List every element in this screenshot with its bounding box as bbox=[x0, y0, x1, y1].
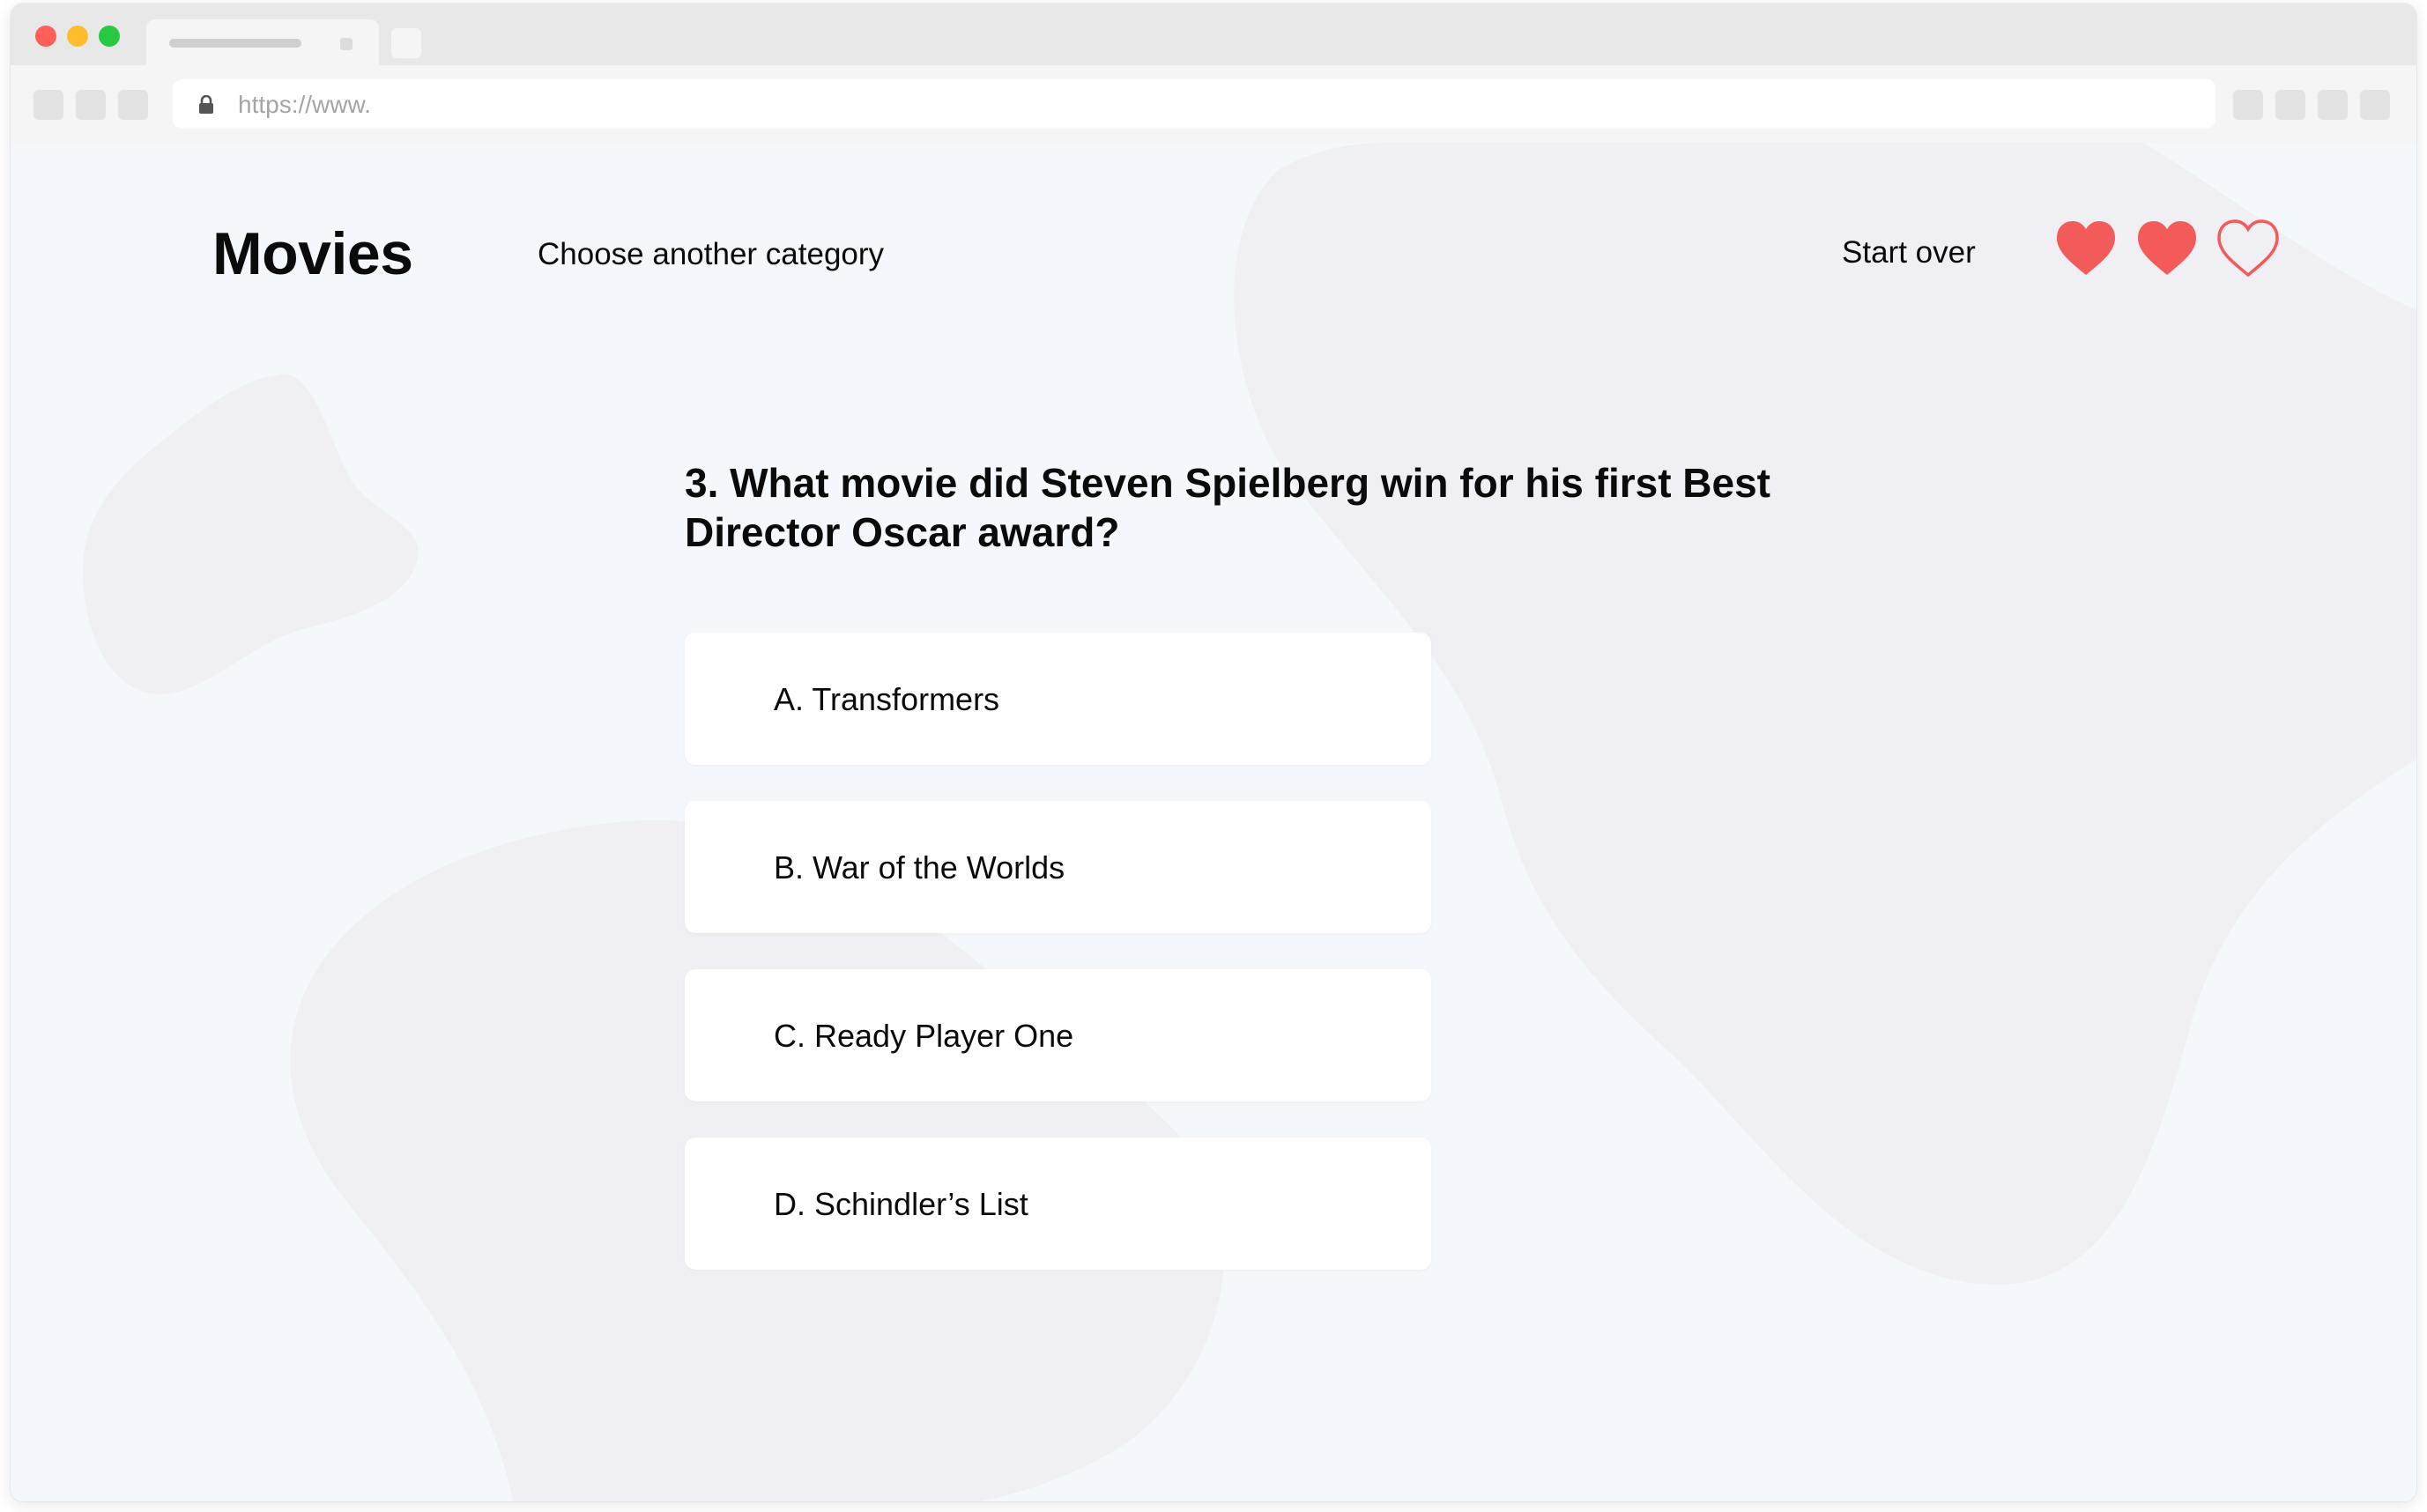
start-over-link[interactable]: Start over bbox=[1842, 235, 1976, 271]
heart-empty-icon bbox=[2217, 219, 2279, 278]
forward-button[interactable] bbox=[76, 90, 106, 120]
answer-label: B. War of the Worlds bbox=[774, 849, 1065, 886]
answer-option-a[interactable]: A. Transformers bbox=[685, 633, 1431, 765]
tab-close-icon[interactable] bbox=[340, 38, 353, 50]
heart-filled-icon bbox=[2138, 221, 2196, 275]
browser-toolbar: https://www. bbox=[11, 65, 2416, 144]
answer-label: A. Transformers bbox=[774, 681, 1000, 717]
page-content: Movies Choose another category Start ove… bbox=[11, 143, 2416, 1501]
answer-option-c[interactable]: C. Ready Player One bbox=[685, 969, 1431, 1101]
url-text: https://www. bbox=[238, 91, 371, 118]
back-button[interactable] bbox=[33, 90, 63, 120]
extension-button-2[interactable] bbox=[2275, 90, 2305, 120]
browser-tab[interactable] bbox=[146, 19, 379, 67]
browser-titlebar bbox=[11, 4, 2416, 67]
lock-icon bbox=[199, 95, 213, 114]
address-bar[interactable]: https://www. bbox=[173, 79, 2215, 129]
browser-window: https://www. Movies Choose another categ… bbox=[11, 4, 2416, 1501]
reload-button[interactable] bbox=[118, 90, 148, 120]
question-text: 3. What movie did Steven Spielberg win f… bbox=[685, 460, 1771, 555]
answer-label: D. Schindler’s List bbox=[774, 1186, 1028, 1222]
close-window-button[interactable] bbox=[35, 26, 56, 47]
extension-button-3[interactable] bbox=[2318, 90, 2348, 120]
tab-title-placeholder bbox=[169, 39, 301, 48]
maximize-window-button[interactable] bbox=[99, 26, 120, 47]
choose-category-link[interactable]: Choose another category bbox=[538, 237, 884, 272]
heart-filled-icon bbox=[2057, 221, 2115, 275]
new-tab-button[interactable] bbox=[391, 28, 421, 58]
extension-button-1[interactable] bbox=[2233, 90, 2263, 120]
answer-label: C. Ready Player One bbox=[774, 1018, 1074, 1054]
answer-option-d[interactable]: D. Schindler’s List bbox=[685, 1138, 1431, 1270]
answer-option-b[interactable]: B. War of the Worlds bbox=[685, 801, 1431, 933]
minimize-window-button[interactable] bbox=[67, 26, 88, 47]
extension-button-4[interactable] bbox=[2360, 90, 2390, 120]
category-title: Movies bbox=[212, 220, 413, 287]
